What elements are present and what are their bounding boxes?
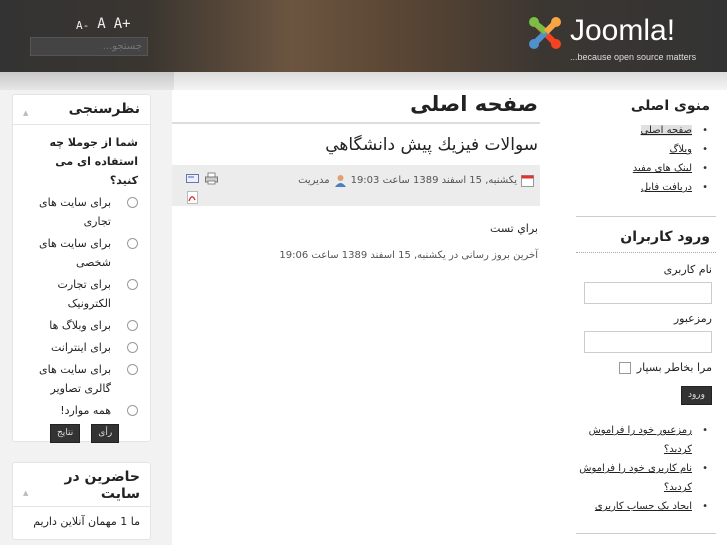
poll-title: نظرسنجی — [68, 101, 140, 117]
results-button[interactable]: نتایج — [50, 424, 81, 443]
search-input[interactable] — [30, 37, 148, 56]
divider — [576, 533, 716, 534]
pdf-icon[interactable] — [186, 191, 199, 204]
email-icon[interactable] — [186, 172, 199, 185]
collapse-icon[interactable]: ▲ — [23, 485, 28, 502]
menu-item-blog[interactable]: وبلاگ — [576, 140, 708, 159]
article-date: یکشنبه, 15 اسفند 1389 ساعت 19:03 — [350, 175, 517, 186]
menu-item-download[interactable]: دریافت فایل — [576, 178, 708, 197]
calendar-icon — [521, 175, 534, 187]
user-icon — [334, 175, 346, 187]
login-links: رمزعبور خود را فراموش کردید؟ نام کاربری … — [576, 421, 716, 516]
vote-button[interactable]: رأی — [91, 424, 120, 443]
radio-button[interactable] — [127, 197, 138, 208]
main-menu-title: منوی اصلی — [630, 98, 710, 114]
login-title: ورود کاربران — [576, 229, 716, 253]
article-author: مدیریت — [298, 175, 330, 186]
username-input[interactable] — [584, 282, 712, 304]
page-title: صفحه اصلی — [172, 90, 540, 124]
radio-button[interactable] — [127, 342, 138, 353]
main-menu: صفحه اصلی وبلاگ لینک های مفید دریافت فای… — [576, 121, 716, 197]
article-meta: یکشنبه, 15 اسفند 1389 ساعت 19:03 مدیریت — [172, 165, 540, 206]
poll-option[interactable]: برای سایت های تجاری — [13, 193, 150, 231]
print-icon[interactable] — [205, 172, 218, 185]
left-sidebar: نظرسنجی ▲ شما از جوملا چه استفاده ای می ک… — [0, 90, 172, 545]
joomla-logo-icon — [529, 17, 561, 49]
joomla-logo[interactable]: Joomla! ...because open source matters — [526, 12, 721, 64]
login-button[interactable]: ورود — [680, 386, 712, 405]
divider — [576, 216, 716, 217]
forgot-password-link[interactable]: رمزعبور خود را فراموش کردید؟ — [576, 421, 708, 459]
font-size-controls: A- A A+ — [76, 16, 131, 32]
font-increase-button[interactable]: A+ — [114, 16, 131, 32]
username-label: نام کاربری — [663, 263, 712, 276]
password-label: رمزعبور — [673, 312, 712, 325]
article-body: براي تست — [490, 222, 538, 235]
forgot-username-link[interactable]: نام کاربری خود را فراموش کردید؟ — [576, 459, 708, 497]
radio-button[interactable] — [127, 405, 138, 416]
poll-option[interactable]: برای سایت های گالری تصاویر — [13, 360, 150, 398]
poll-option[interactable]: برای سایت های شخصی — [13, 234, 150, 272]
remember-me[interactable]: مرا بخاطر بسپار — [576, 361, 716, 374]
poll-question: شما از جوملا چه استفاده ای می کنید؟ — [49, 136, 139, 187]
poll-module: نظرسنجی ▲ شما از جوملا چه استفاده ای می ک… — [12, 94, 151, 443]
collapse-icon[interactable]: ▲ — [23, 105, 28, 122]
poll-option[interactable]: همه موارد! — [13, 401, 150, 420]
radio-button[interactable] — [127, 279, 138, 290]
online-text: ما 1 مهمان آنلاین داریم — [33, 515, 140, 528]
header-band — [0, 72, 727, 90]
online-module: حاضرین در سایت ▲ ما 1 مهمان آنلاین داریم — [12, 462, 151, 540]
last-updated: آخرین بروز رسانی در یکشنبه, 15 اسفند 138… — [279, 250, 538, 261]
radio-button[interactable] — [127, 238, 138, 249]
password-input[interactable] — [584, 331, 712, 353]
poll-option[interactable]: برای اینترانت — [13, 338, 150, 357]
article-title[interactable]: سوالات فيزيك پيش دانشگاهي — [172, 134, 540, 156]
font-reset-button[interactable]: A — [97, 16, 105, 32]
menu-item-home[interactable]: صفحه اصلی — [576, 121, 708, 140]
menu-item-links[interactable]: لینک های مفید — [576, 159, 708, 178]
header: A- A A+ Joomla! ...because open source m… — [0, 0, 727, 72]
radio-button[interactable] — [127, 364, 138, 375]
poll-option[interactable]: برای وبلاگ ها — [13, 316, 150, 335]
main-content: صفحه اصلی سوالات فيزيك پيش دانشگاهي یکشن… — [172, 90, 540, 261]
radio-button[interactable] — [127, 320, 138, 331]
online-title: حاضرین در سایت — [64, 469, 140, 502]
remember-checkbox[interactable] — [618, 361, 631, 374]
right-sidebar: منوی اصلی صفحه اصلی وبلاگ لینک های مفید … — [576, 90, 716, 534]
register-link[interactable]: ایجاد یک حساب کاربری — [576, 497, 708, 516]
poll-option[interactable]: برای تجارت الکترونیک — [13, 275, 150, 313]
font-decrease-button[interactable]: A- — [76, 19, 89, 32]
